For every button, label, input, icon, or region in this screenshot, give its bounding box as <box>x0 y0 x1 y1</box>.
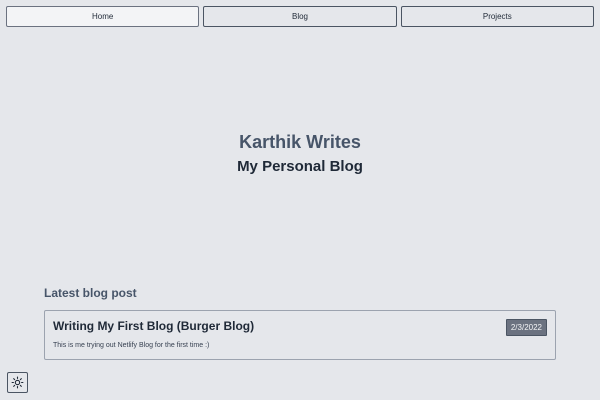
site-title: Karthik Writes <box>239 132 361 152</box>
nav-tab-home-label: Home <box>91 12 114 21</box>
page: Home Blog Projects Karthik Writes My Per… <box>0 0 600 400</box>
nav-tab-home[interactable]: Home <box>6 6 200 27</box>
nav-tab-blog[interactable]: Blog <box>203 6 397 27</box>
post-excerpt: This is me trying out Netlify Blog for t… <box>53 342 210 349</box>
post-date-badge: 2/3/2022 <box>505 319 547 336</box>
nav-tab-projects-label: Projects <box>482 12 512 21</box>
hero: Karthik Writes My Personal Blog <box>0 130 600 177</box>
site-subtitle: My Personal Blog <box>237 158 363 175</box>
post-title: Writing My First Blog (Burger Blog) <box>53 319 255 333</box>
top-nav: Home Blog Projects <box>6 6 594 27</box>
nav-tab-projects[interactable]: Projects <box>400 6 594 27</box>
latest-post-heading: Latest blog post <box>44 286 137 300</box>
theme-toggle-button[interactable] <box>7 372 28 393</box>
latest-post-card[interactable]: Writing My First Blog (Burger Blog) 2/3/… <box>44 310 556 360</box>
sun-icon <box>11 376 24 389</box>
nav-tab-blog-label: Blog <box>291 12 308 21</box>
